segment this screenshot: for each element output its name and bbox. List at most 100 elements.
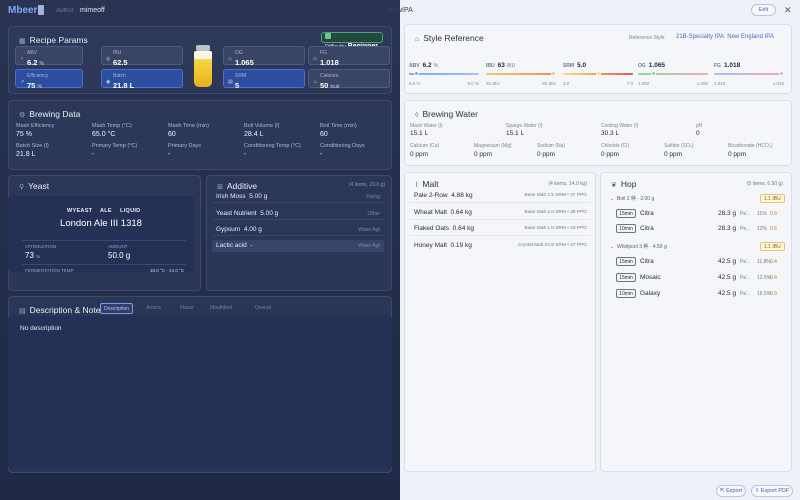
water-label: Mash Water (l) [410,123,443,129]
app-brand[interactable]: Mbeer [8,5,37,16]
param-efficiency-card[interactable]: ↗ Efficiency 75 % [15,69,83,90]
additive-row[interactable]: Yeast Nutrient 5.00 g Other [212,208,384,220]
gauge-min: 1.060 [638,81,650,86]
additive-row[interactable]: Lactic acid - Water Agt [212,240,384,252]
gauge-max: 7.0 [626,81,633,86]
author-name: mimeoff [80,7,105,14]
additive-type: Other [367,211,380,217]
ibu-icon: ◎ [106,56,111,62]
param-label: FG [320,50,327,56]
fg-icon: ◇ [313,56,317,62]
hop-row[interactable]: 10min Galaxy 42.5 g Pe... 16.5% 0.3 [612,287,784,301]
difficulty-badge[interactable]: DifficultyBeginner [321,32,383,50]
param-calories-card[interactable]: ♨ Calories 50 kcal [308,69,390,90]
water-label: Bicarbonate (HCO₃) [728,143,773,149]
gauge-marker [595,71,601,76]
hop-row[interactable]: 10min Citra 28.3 g Pe... 12% 0.5 [612,222,784,236]
additive-icon: ⊞ [217,184,223,191]
hop-summary: (5 items, 6.50 g) [746,181,783,187]
pdf-icon: ⇩ [754,488,760,494]
difficulty-icon [325,33,331,39]
yeast-icon: ⚲ [19,184,25,191]
hop-name: Citra [640,258,654,265]
field-value: 75 % [16,131,32,138]
gauge-max: 1.015 [772,81,784,86]
style-reference-title: ⌂ Style Reference [415,33,484,43]
water-label: Calcium (Ca) [410,143,440,149]
field-value: 60 [320,131,328,138]
edit-button[interactable]: Edit [751,4,776,16]
hop-form: Pe... [740,259,751,265]
brewing-data-panel: ⚙ Brewing Data [8,100,392,170]
tab-aroma[interactable]: Aroma [146,303,161,314]
param-value: 1.065 [235,58,254,67]
tab-overall[interactable]: Overall [255,303,271,314]
reference-style-value[interactable]: 21B-Specialty IPA: New England IPA [676,34,774,40]
yeast-title: ⚲ Yeast [19,181,49,191]
hop-time: 10min [616,224,636,233]
export-button[interactable]: ⇱ Export [716,485,746,497]
param-og-card[interactable]: ◇ OG 1.065 [223,46,305,67]
document-icon[interactable] [38,5,44,15]
gauge-bar [486,73,556,75]
param-abv-card[interactable]: ◔ ABV 6.2 % [15,46,83,67]
malt-title: ⌇ Malt [415,179,438,189]
param-batch-card[interactable]: ◉ Batch 21.8 L [101,69,183,90]
additive-row[interactable]: Gypsum 4.00 g Water Agt [212,224,384,236]
hop-row[interactable]: 15min Mosaic 42.5 g Pe... 12.5% 0.4 [612,271,784,285]
gauge-bar [409,73,479,75]
hop-row[interactable]: 15min Citra 42.5 g Pe... 11.8% 0.4 [612,255,784,269]
malt-summary: (4 items, 14.0 kg) [548,181,587,187]
additive-title-text: Additive [226,181,258,191]
param-fg-card[interactable]: ◇ FG 1.018 [308,46,390,67]
tab-description[interactable]: Description [100,303,134,314]
additive-summary: (4 items, 20.0 g) [348,182,385,188]
hop-name: Citra [640,210,654,217]
gauge-value: IBU 63 IBU [486,62,516,69]
fermentation-temp-label: FERMENTATION TEMP [25,268,74,273]
hop-alpha: 11% [757,211,767,217]
tag-icon: ⌂ [415,36,420,43]
malt-row[interactable]: Pale 2-Row 4.88 kg Base Malt 1.5 SRM • 37… [409,189,591,203]
water-label: Sulfate (SO₄) [664,143,694,149]
additive-row[interactable]: Irish Moss 5.00 g Fining [212,191,384,203]
water-label: pH [696,123,703,129]
tab-flavor[interactable]: Flavor [180,303,194,314]
abv-icon: ◔ [20,56,24,62]
param-value: 5 [235,81,240,90]
field-label: Boil Volume (l) [244,123,280,129]
malt-row[interactable]: Honey Malt 0.19 kg Crystal Malt 24.9 SRM … [409,239,591,253]
param-value: 21.8 L [113,81,135,90]
malt-title-text: Malt [422,179,439,189]
notes-title: ▤ Description & Notes [19,305,105,315]
param-value: 62.5 [113,58,128,67]
gauge-bar [714,73,784,75]
hop-group-whirlpool[interactable]: ⌄ Whirlpool 3 种 · 4.50 g [610,243,667,250]
param-ibu-card[interactable]: ◎ IBU 62.5 [101,46,183,67]
gauge-value: ABV 6.2% [409,62,439,69]
hop-weight: 28.3 g [718,225,737,232]
param-srm-card[interactable]: ▤ SRM 5 [223,69,305,90]
hop-row[interactable]: 15min Citra 28.3 g Pe... 11% 0.6 [612,207,784,221]
field-value: 60 [168,131,176,138]
param-value: 75 % [27,81,42,90]
hop-group-boil[interactable]: ⌄ Boil 2 种 · 2.00 g [610,195,654,202]
yeast-tag-type: ALE [100,208,112,214]
water-label: Magnesium (Mg) [474,143,512,149]
gauge-bar [638,73,708,75]
hop-form: Pe... [740,291,751,297]
field-label: Mash Efficiency [16,123,55,129]
hop-ibu: 0.6 [770,211,777,217]
tab-mouthfeel[interactable]: Mouthfeel [210,303,232,314]
gauge-marker [779,71,784,76]
hop-form: Pe... [740,211,751,217]
additive-name: Gypsum 4.00 g [216,226,262,233]
malt-row[interactable]: Flaked Oats 0.64 kg Base Malt 1.0 SRM • 3… [409,222,591,236]
malt-name: Wheat Malt 0.64 kg [414,209,472,216]
close-icon[interactable]: ✕ [784,5,792,16]
yeast-name: London Ale III 1318 [60,218,142,229]
water-value: 15.1 L [506,130,525,137]
field-value: 28.4 L [244,131,264,138]
malt-row[interactable]: Wheat Malt 0.64 kg Base Malt 2.0 SRM • 38… [409,206,591,220]
export-pdf-button[interactable]: ⇩ Export PDF [751,485,793,497]
